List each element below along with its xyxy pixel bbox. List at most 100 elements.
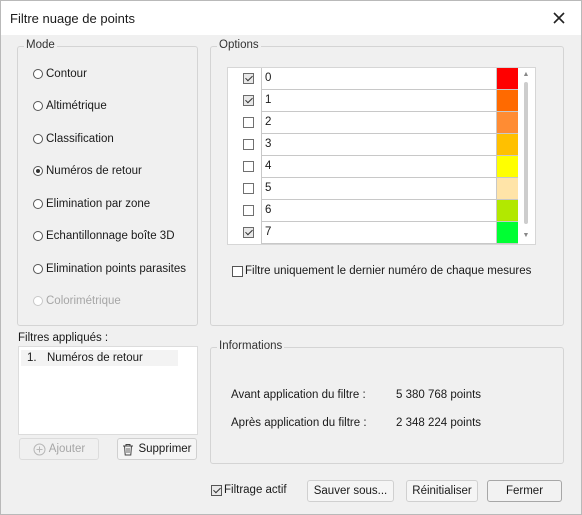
radio-indicator (33, 69, 43, 79)
return-number-cell[interactable]: 2 (261, 112, 496, 134)
radio-label: Classification (46, 133, 114, 145)
radio-indicator (33, 101, 43, 111)
scroll-thumb[interactable] (524, 82, 528, 224)
active-filter-checkbox[interactable]: Filtrage actif (211, 484, 287, 496)
return-number-row: 6 (228, 200, 518, 222)
return-number-checkbox[interactable] (243, 95, 254, 106)
radio-label: Colorimétrique (46, 295, 121, 307)
delete-button-label: Supprimer (138, 443, 192, 455)
list-scrollbar[interactable]: ▲ ▼ (520, 69, 532, 243)
last-return-only-label: Filtre uniquement le dernier numéro de c… (245, 265, 532, 277)
return-number-checkbox[interactable] (243, 117, 254, 128)
return-color-swatch[interactable] (496, 68, 518, 90)
radio-indicator (33, 264, 43, 274)
return-number-checkbox[interactable] (243, 183, 254, 194)
reset-button[interactable]: Réinitialiser (406, 480, 478, 502)
return-number-label: 1 (265, 94, 272, 106)
return-number-checkbox[interactable] (243, 227, 254, 238)
return-number-label: 7 (265, 226, 272, 238)
reset-button-label: Réinitialiser (412, 485, 472, 497)
information-group-label: Informations (217, 340, 285, 352)
return-number-row: 2 (228, 112, 518, 134)
information-group: Informations Avant application du filtre… (210, 340, 564, 464)
close-icon (553, 12, 565, 24)
return-number-cell[interactable]: 4 (261, 156, 496, 178)
radio-indicator (33, 199, 43, 209)
radio-label: Elimination points parasites (46, 263, 186, 275)
close-dialog-button[interactable]: Fermer (487, 480, 562, 502)
return-number-checkbox[interactable] (243, 205, 254, 216)
filter-dialog: Filtre nuage de points Mode Contour Alti… (0, 0, 582, 515)
return-number-row: 1 (228, 90, 518, 112)
return-number-list: 0 1 2 3 4 5 6 7 ▲ ▼ (227, 67, 536, 245)
radio-indicator (33, 166, 43, 176)
return-number-checkbox[interactable] (243, 161, 254, 172)
return-color-swatch[interactable] (496, 156, 518, 178)
return-number-row: 5 (228, 178, 518, 200)
delete-button[interactable]: Supprimer (117, 438, 197, 460)
return-number-cell[interactable]: 1 (261, 90, 496, 112)
mode-option-numeros-de-retour[interactable]: Numéros de retour (33, 163, 142, 179)
mode-option-contour[interactable]: Contour (33, 66, 87, 82)
return-number-checkbox[interactable] (243, 73, 254, 84)
add-button-label: Ajouter (48, 443, 86, 455)
trash-icon (123, 443, 134, 455)
return-number-cell[interactable]: 6 (261, 200, 496, 222)
return-number-cell[interactable]: 3 (261, 134, 496, 156)
before-filter-label: Avant application du filtre : (231, 389, 366, 401)
radio-label: Numéros de retour (46, 165, 142, 177)
radio-indicator (33, 134, 43, 144)
return-number-row: 7 (228, 222, 518, 244)
return-number-label: 3 (265, 138, 272, 150)
return-number-label: 2 (265, 116, 272, 128)
checkbox-box (232, 265, 243, 277)
options-group-label: Options (217, 39, 261, 51)
return-number-label: 6 (265, 204, 272, 216)
mode-option-elimination-points-parasites[interactable]: Elimination points parasites (33, 261, 186, 277)
return-number-row: 3 (228, 134, 518, 156)
before-filter-value: 5 380 768 points (396, 389, 482, 401)
save-as-button-label: Sauver sous... (313, 485, 388, 497)
return-color-swatch[interactable] (496, 90, 518, 112)
title-bar: Filtre nuage de points (1, 1, 581, 35)
close-button[interactable] (547, 6, 571, 30)
scroll-down-arrow-icon[interactable]: ▼ (522, 232, 530, 240)
scroll-up-arrow-icon[interactable]: ▲ (522, 71, 530, 79)
applied-filters-list[interactable]: 1. Numéros de retour (18, 346, 198, 435)
radio-indicator (33, 231, 43, 241)
return-number-cell[interactable]: 5 (261, 178, 496, 200)
return-number-cell[interactable]: 0 (261, 68, 496, 90)
active-filter-label: Filtrage actif (224, 484, 287, 496)
mode-option-echantillonnage-boite-3d[interactable]: Echantillonnage boîte 3D (33, 228, 175, 244)
mode-option-classification[interactable]: Classification (33, 131, 114, 147)
return-color-swatch[interactable] (496, 222, 518, 244)
return-number-checkbox[interactable] (243, 139, 254, 150)
return-color-swatch[interactable] (496, 200, 518, 222)
mode-option-altimetrique[interactable]: Altimétrique (33, 98, 107, 114)
checkbox-box (211, 484, 222, 496)
close-dialog-button-label: Fermer (505, 485, 544, 497)
radio-label: Echantillonnage boîte 3D (46, 230, 175, 242)
return-number-row: 0 (228, 68, 518, 90)
last-return-only-checkbox[interactable]: Filtre uniquement le dernier numéro de c… (232, 265, 531, 277)
return-number-label: 4 (265, 160, 272, 172)
plus-circle-icon (33, 443, 46, 455)
return-number-cell[interactable]: 7 (261, 222, 496, 244)
radio-label: Contour (46, 68, 87, 80)
applied-filters-label: Filtres appliqués : (18, 332, 109, 344)
mode-option-colorimetrique: Colorimétrique (33, 293, 121, 309)
return-color-swatch[interactable] (496, 112, 518, 134)
add-button: Ajouter (19, 438, 99, 460)
after-filter-label: Après application du filtre : (231, 417, 367, 429)
radio-label: Elimination par zone (46, 198, 151, 210)
after-filter-value: 2 348 224 points (396, 417, 482, 429)
return-number-row: 4 (228, 156, 518, 178)
return-color-swatch[interactable] (496, 178, 518, 200)
radio-indicator (33, 296, 43, 306)
save-as-button[interactable]: Sauver sous... (307, 480, 394, 502)
mode-option-elimination-par-zone[interactable]: Elimination par zone (33, 196, 150, 212)
radio-label: Altimétrique (46, 100, 107, 112)
applied-filter-item[interactable]: 1. Numéros de retour (21, 350, 178, 366)
return-color-swatch[interactable] (496, 134, 518, 156)
mode-group: Mode Contour Altimétrique Classification… (17, 39, 198, 326)
